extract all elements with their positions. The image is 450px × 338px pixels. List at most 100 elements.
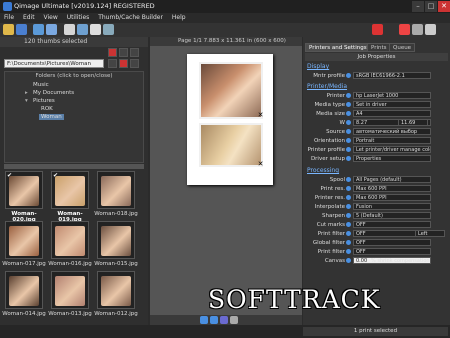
folder-music[interactable]: Music	[33, 82, 49, 88]
setting-row: Source автоматический выбор	[303, 128, 450, 136]
menu-help[interactable]: Help	[172, 13, 186, 23]
menu-thumb-cache-builder[interactable]: Thumb/Cache Builder	[98, 13, 163, 23]
page-icon[interactable]	[90, 24, 101, 35]
info-icon[interactable]	[346, 195, 351, 200]
selected-check-icon[interactable]: ✔	[7, 172, 12, 179]
nav-up-icon[interactable]	[119, 48, 128, 57]
thumbnails-icon[interactable]	[33, 24, 44, 35]
setting-value[interactable]: Portrait	[353, 137, 431, 144]
nav-forward-icon[interactable]	[130, 59, 139, 68]
tools-icon[interactable]	[77, 24, 88, 35]
menu-view[interactable]: View	[44, 13, 58, 23]
folder-woman[interactable]: Woman	[39, 114, 64, 120]
open-folder-icon[interactable]	[3, 24, 14, 35]
info-icon[interactable]	[346, 204, 351, 209]
info-icon[interactable]	[346, 186, 351, 191]
thumbnail-image	[55, 226, 85, 256]
info-icon[interactable]	[346, 213, 351, 218]
remove-image-1-icon[interactable]: ✕	[257, 112, 264, 119]
minimize-button[interactable]: –	[412, 1, 424, 12]
thumbnail[interactable]	[97, 221, 135, 259]
folder-rok[interactable]: ROK	[41, 106, 53, 112]
stop-icon[interactable]	[372, 24, 383, 35]
setting-value[interactable]: Let printer/driver manage color	[353, 146, 431, 153]
menu-utilities[interactable]: Utilities	[67, 13, 90, 23]
layout-icon[interactable]	[230, 316, 238, 324]
setting-value[interactable]: Fusion	[353, 203, 431, 210]
setting-value[interactable]: sRGB IEC61966-2.1	[353, 72, 431, 79]
setting-value[interactable]: Properties	[353, 155, 431, 162]
info-icon[interactable]	[346, 102, 351, 107]
tab-queue[interactable]: Queue	[389, 43, 416, 52]
setting-value[interactable]: OFF	[353, 248, 431, 255]
info-icon[interactable]	[346, 240, 351, 245]
printer-icon[interactable]	[399, 24, 410, 35]
media-height-field[interactable]: 11.69	[398, 119, 428, 126]
info-icon[interactable]	[346, 138, 351, 143]
info-icon[interactable]	[346, 249, 351, 254]
setting-value[interactable]: 5 (Default)	[353, 212, 431, 219]
tab-printers-settings[interactable]: Printers and Settings*	[305, 43, 374, 52]
nav-back-icon[interactable]	[108, 59, 117, 68]
printer-media-section-title: Printer/Media	[307, 83, 348, 90]
maximize-button[interactable]: □	[425, 1, 437, 12]
setting-value[interactable]: Max 600 PPI	[353, 194, 431, 201]
print-filter-side-select[interactable]: Left	[415, 230, 445, 237]
nav-refresh-icon[interactable]	[130, 48, 139, 57]
info-icon[interactable]	[346, 147, 351, 152]
print-image-1[interactable]	[199, 62, 263, 119]
path-input[interactable]: F:\Documents\Pictures\Woman	[4, 59, 104, 68]
menu-file[interactable]: File	[4, 13, 14, 23]
nav-stop-icon[interactable]	[108, 48, 117, 57]
thumbnail[interactable]	[51, 271, 89, 309]
info-icon[interactable]	[346, 231, 351, 236]
fit-icon[interactable]	[220, 316, 228, 324]
info-icon[interactable]	[346, 258, 351, 263]
zoom-out-icon[interactable]	[210, 316, 218, 324]
zoom-in-icon[interactable]	[200, 316, 208, 324]
tab-prints[interactable]: Prints	[367, 43, 391, 52]
info-icon[interactable]	[425, 24, 436, 35]
thumbnail[interactable]	[97, 171, 135, 209]
setting-value[interactable]: Max 600 PPI	[353, 185, 431, 192]
info-icon[interactable]	[346, 177, 351, 182]
selected-check-icon[interactable]: ✔	[53, 172, 58, 179]
save-icon[interactable]	[16, 24, 27, 35]
info-icon[interactable]	[346, 156, 351, 161]
print-icon[interactable]	[64, 24, 75, 35]
close-button[interactable]: ✕	[438, 1, 450, 12]
menu-edit[interactable]: Edit	[23, 13, 35, 23]
thumbnail[interactable]	[51, 221, 89, 259]
folder-scrollbar[interactable]	[4, 164, 144, 169]
setting-value[interactable]: автоматический выбор	[353, 128, 431, 135]
select-icon[interactable]	[46, 24, 57, 35]
setting-value[interactable]: Set in driver	[353, 101, 431, 108]
thumbnail[interactable]: ✔	[51, 171, 89, 209]
setting-value[interactable]: All Pages (default)	[353, 176, 431, 183]
settings-icon[interactable]	[103, 24, 114, 35]
collapse-icon[interactable]: ▾	[25, 98, 28, 104]
info-icon[interactable]	[346, 120, 351, 125]
thumbnail[interactable]	[5, 221, 43, 259]
print-image-2[interactable]	[199, 123, 263, 167]
thumbnail[interactable]: ✔	[5, 171, 43, 209]
thumbnail[interactable]	[5, 271, 43, 309]
setting-value[interactable]: OFF	[353, 221, 431, 228]
setting-label: Spool	[329, 177, 345, 183]
info-icon[interactable]	[346, 111, 351, 116]
setting-value[interactable]: A4	[353, 110, 431, 117]
expand-icon[interactable]: ▸	[25, 90, 28, 96]
setting-value[interactable]: hp LaserJet 1000	[353, 92, 431, 99]
info-icon[interactable]	[346, 73, 351, 78]
info-icon[interactable]	[346, 129, 351, 134]
queue-icon[interactable]	[412, 24, 423, 35]
folder-pictures[interactable]: Pictures	[33, 98, 55, 104]
remove-image-2-icon[interactable]: ✕	[257, 161, 264, 168]
info-icon[interactable]	[346, 93, 351, 98]
info-icon[interactable]	[346, 222, 351, 227]
folder-my-documents[interactable]: My Documents	[33, 90, 74, 96]
setting-row: Driver setup Properties	[303, 155, 450, 163]
nav-delete-icon[interactable]	[119, 59, 128, 68]
setting-value[interactable]: OFF	[353, 239, 431, 246]
thumbnail[interactable]	[97, 271, 135, 309]
